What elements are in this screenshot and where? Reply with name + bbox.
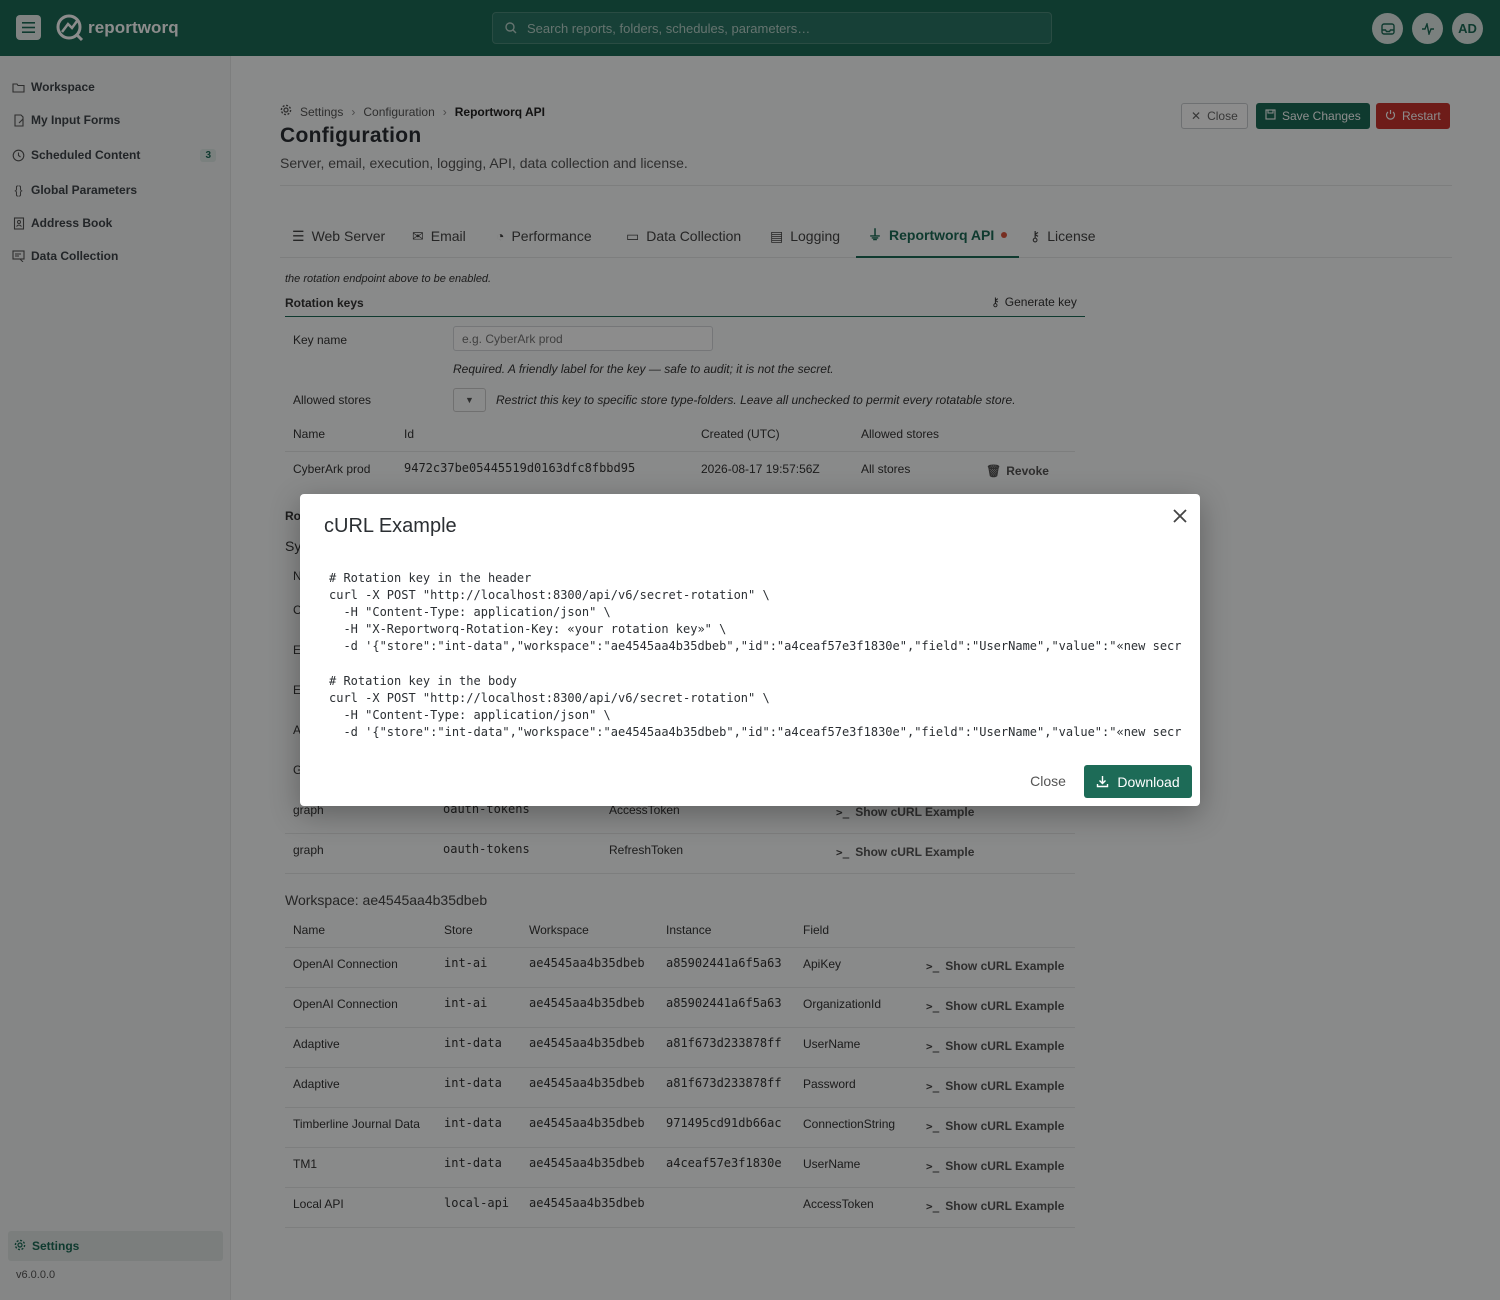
close-icon	[1173, 509, 1187, 523]
download-icon	[1097, 776, 1109, 788]
curl-example-dialog: cURL Example # Rotation key in the heade…	[300, 494, 1200, 806]
curl-code-block: # Rotation key in the header curl -X POS…	[329, 571, 1182, 739]
dialog-title: cURL Example	[324, 515, 457, 537]
download-button[interactable]: Download	[1084, 765, 1192, 798]
download-label: Download	[1117, 773, 1180, 790]
dialog-close-button[interactable]: Close	[1028, 766, 1068, 796]
dialog-close-x-button[interactable]	[1168, 504, 1192, 528]
